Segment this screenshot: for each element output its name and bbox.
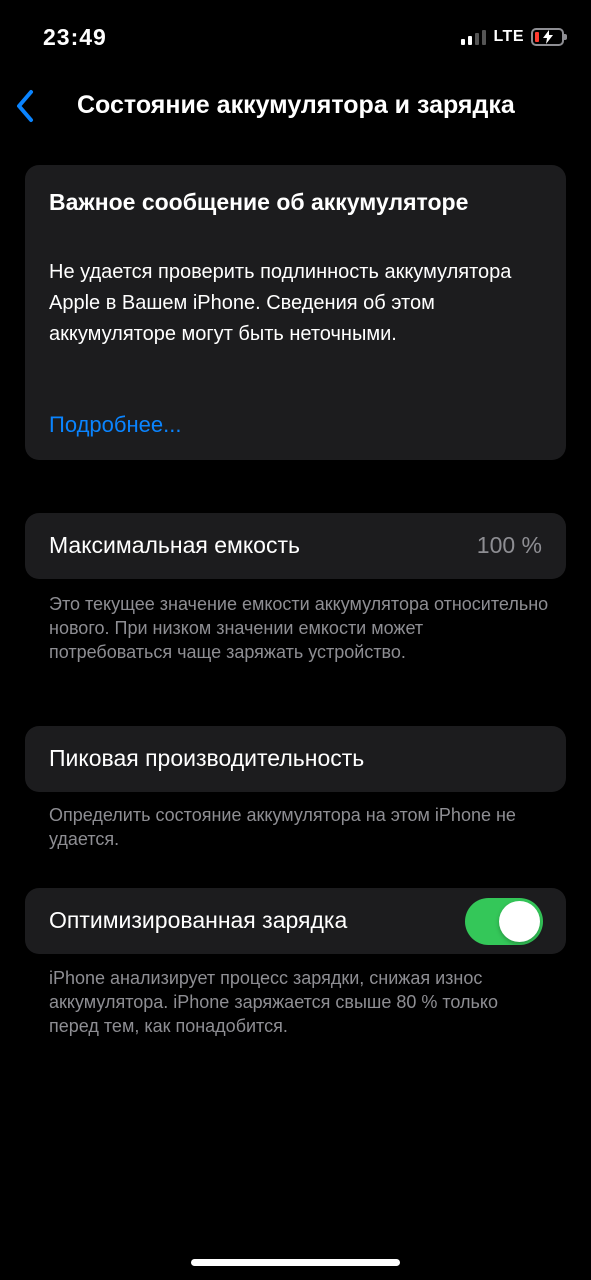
cellular-signal-icon: [461, 29, 487, 45]
status-bar: 23:49 LTE: [0, 0, 591, 76]
status-time: 23:49: [43, 24, 107, 50]
max-capacity-value: 100 %: [476, 532, 542, 558]
optimized-charging-label: Оптимизированная зарядка: [49, 907, 348, 933]
toggle-knob: [499, 901, 540, 942]
battery-alert-card: Важное сообщение об аккумуляторе Не удае…: [25, 165, 566, 460]
battery-charging-icon: [531, 28, 567, 46]
network-type-label: LTE: [493, 28, 524, 45]
optimized-charging-footnote: iPhone анализирует процесс зарядки, сниж…: [49, 968, 498, 1036]
alert-body: Не удается проверить подлинность аккумул…: [49, 261, 512, 345]
max-capacity-row: Максимальная емкость 100 %: [25, 513, 566, 579]
alert-title: Важное сообщение об аккумуляторе: [49, 189, 469, 215]
chevron-left-icon[interactable]: [12, 88, 40, 124]
max-capacity-label: Максимальная емкость: [49, 532, 300, 558]
peak-performance-row: Пиковая производительность: [25, 726, 566, 792]
peak-performance-label: Пиковая производительность: [49, 745, 365, 771]
status-indicators: LTE: [461, 28, 567, 46]
peak-performance-footnote: Определить состояние аккумулятора на это…: [49, 805, 516, 849]
learn-more-link[interactable]: Подробнее...: [49, 412, 181, 438]
page-title: Состояние аккумулятора и зарядка: [77, 91, 515, 119]
optimized-charging-row: Оптимизированная зарядка: [25, 888, 566, 954]
navigation-bar: Состояние аккумулятора и зарядка: [0, 80, 591, 132]
max-capacity-footnote: Это текущее значение емкости аккумулятор…: [49, 594, 549, 662]
home-indicator[interactable]: [191, 1259, 400, 1266]
optimized-charging-toggle[interactable]: [465, 898, 543, 945]
